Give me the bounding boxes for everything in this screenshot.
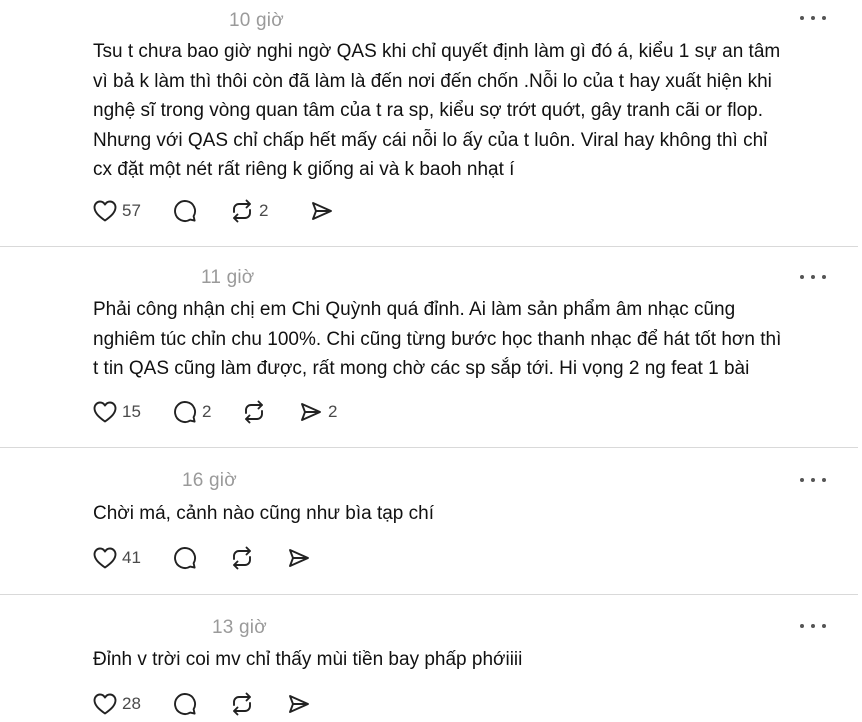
repost-icon (233, 692, 251, 716)
heart-icon (93, 200, 117, 222)
post-text: Tsu t chưa bao giờ nghi ngờ QAS khi chỉ … (93, 37, 833, 185)
repost-button[interactable]: 2 (230, 199, 310, 223)
post-text-line: Phải công nhận chị em Chi Quỳnh quá đỉnh… (93, 299, 736, 320)
send-icon (301, 403, 321, 421)
comment-icon (174, 200, 196, 222)
post-timestamp: 10 giờ (229, 10, 284, 31)
heart-icon (93, 547, 117, 569)
repost-count: 2 (259, 201, 269, 220)
post-text-line: t tin QAS cũng làm được, rất mong chờ cá… (93, 358, 750, 379)
post-text-line: Chời má, cảnh nào cũng như bìa tạp chí (93, 503, 434, 524)
post-actions: 28 (93, 690, 316, 718)
repost-button[interactable] (230, 546, 287, 570)
post-text-line: cx đặt một nét rất riêng k giống ai và k… (93, 159, 515, 180)
post-timestamp: 11 giờ (201, 267, 255, 288)
like-button[interactable]: 57 (93, 200, 173, 222)
post-text: Phải công nhận chị em Chi Quỳnh quá đỉnh… (93, 295, 833, 384)
post-actions: 41 (93, 544, 316, 572)
comment-icon (174, 547, 196, 569)
post-text-line: Tsu t chưa bao giờ nghi ngờ QAS khi chỉ … (93, 41, 781, 62)
like-count: 15 (122, 402, 141, 421)
like-count: 41 (122, 548, 141, 567)
more-options-icon[interactable] (800, 273, 826, 281)
post-text-line: nghệ sĩ trong vòng quan tâm của t ra sp,… (93, 100, 764, 121)
more-options-icon[interactable] (800, 14, 826, 22)
send-icon (312, 202, 332, 220)
post-actions: 15 2 2 (93, 398, 337, 426)
comment-icon (174, 693, 196, 715)
share-button[interactable] (310, 199, 339, 223)
more-options-icon[interactable] (800, 476, 826, 484)
post-item: 10 giờ Tsu t chưa bao giờ nghi ngờ QAS k… (0, 0, 858, 247)
repost-button[interactable] (242, 400, 299, 424)
post-text: Chời má, cảnh nào cũng như bìa tạp chí (93, 499, 833, 529)
post-text: Đỉnh v trời coi mv chỉ thấy mùi tiền bay… (93, 645, 833, 675)
post-item: 11 giờ Phải công nhận chị em Chi Quỳnh q… (0, 247, 858, 448)
repost-button[interactable] (230, 692, 287, 716)
post-timestamp: 13 giờ (212, 617, 267, 638)
share-count: 2 (328, 402, 338, 421)
share-button[interactable]: 2 (299, 400, 337, 424)
repost-icon (233, 199, 251, 223)
reply-count: 2 (202, 402, 212, 421)
post-text-line: Nhưng với QAS chỉ chấp hết mấy cái nỗi l… (93, 129, 768, 151)
share-button[interactable] (287, 546, 316, 570)
post-text-line: vì bả k làm thì thôi còn đã làm là đến n… (93, 70, 772, 92)
comment-icon (174, 401, 196, 423)
reply-button[interactable] (173, 692, 230, 716)
like-count: 28 (122, 694, 141, 713)
reply-button[interactable]: 2 (173, 400, 242, 424)
like-button[interactable]: 41 (93, 547, 173, 569)
heart-icon (93, 401, 117, 423)
post-actions: 57 2 (93, 197, 339, 225)
repost-icon (245, 400, 263, 424)
like-count: 57 (122, 201, 141, 220)
post-text-line: nghiêm túc chỉn chu 100%. Chi cũng từng … (93, 328, 782, 350)
share-button[interactable] (287, 692, 316, 716)
repost-icon (233, 546, 251, 570)
more-options-icon[interactable] (800, 622, 826, 630)
heart-icon (93, 693, 117, 715)
send-icon (289, 695, 309, 713)
like-button[interactable]: 28 (93, 693, 173, 715)
send-icon (289, 549, 309, 567)
post-item: 16 giờ Chời má, cảnh nào cũng như bìa tạ… (0, 448, 858, 595)
post-item: 13 giờ Đỉnh v trời coi mv chỉ thấy mùi t… (0, 595, 858, 722)
reply-button[interactable] (173, 546, 230, 570)
post-timestamp: 16 giờ (182, 470, 237, 491)
reply-button[interactable] (173, 199, 230, 223)
like-button[interactable]: 15 (93, 401, 173, 423)
post-text-line: Đỉnh v trời coi mv chỉ thấy mùi tiền bay… (93, 649, 523, 670)
